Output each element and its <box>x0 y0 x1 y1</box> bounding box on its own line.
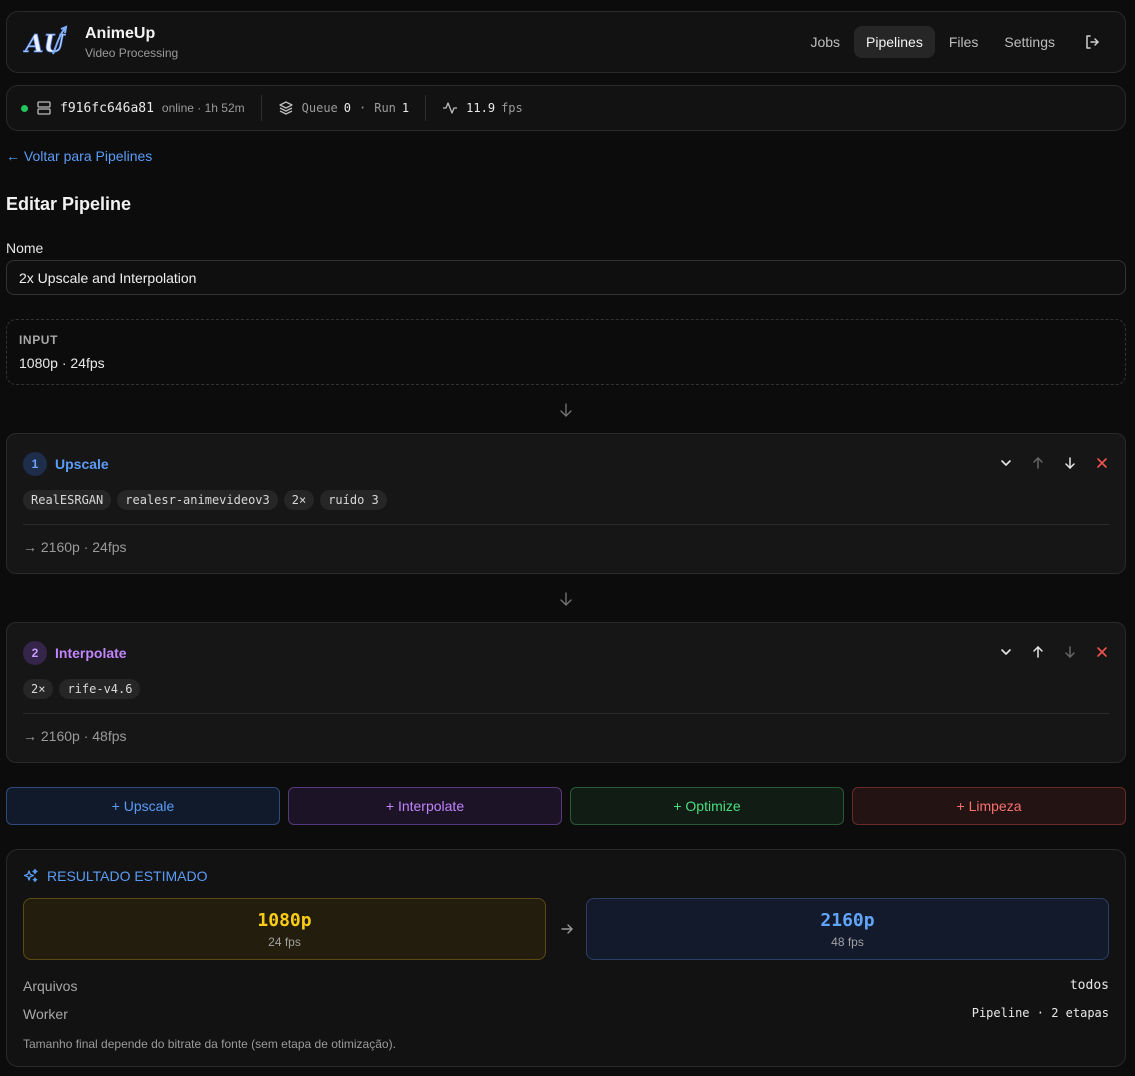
logout-button[interactable] <box>1075 26 1109 58</box>
move-down-button[interactable] <box>1061 643 1079 661</box>
add-upscale-button[interactable]: + Upscale <box>6 787 280 825</box>
pipeline-name-input[interactable] <box>6 260 1126 295</box>
source-format-box: 1080p 24 fps <box>23 898 546 960</box>
move-up-button[interactable] <box>1029 643 1047 661</box>
stage-card-interpolate: 2 Interpolate 2× rife-v4.6 → 2160p · 48f… <box>6 622 1126 763</box>
brand: AnimeUp Video Processing <box>85 25 178 60</box>
close-icon <box>1097 458 1107 468</box>
param-chip: 2× <box>23 679 54 699</box>
name-label: Nome <box>6 240 44 256</box>
stage-output: → 2160p · 48fps <box>23 728 127 744</box>
page-title: Editar Pipeline <box>6 194 132 214</box>
row-key: Arquivos <box>23 978 78 994</box>
fps-value: 11.9 <box>466 101 496 115</box>
app-header: AU AnimeUp Video Processing Jobs Pipelin… <box>6 11 1126 73</box>
expand-button[interactable] <box>997 454 1015 472</box>
param-chip: RealESRGAN <box>23 490 112 510</box>
arrow-right-icon <box>561 924 573 934</box>
result-row-worker: Worker Pipeline · 2 etapas <box>23 1006 1109 1022</box>
stage-name: Interpolate <box>55 645 127 661</box>
param-chip: 2× <box>283 490 315 510</box>
activity-icon <box>443 102 458 114</box>
estimated-result-card: RESULTADO ESTIMADO 1080p 24 fps 2160p 48… <box>6 849 1126 1067</box>
add-optimize-button[interactable]: + Optimize <box>570 787 844 825</box>
fps-unit: fps <box>501 101 523 115</box>
run-value: 1 <box>401 101 410 115</box>
stage-name: Upscale <box>55 456 109 472</box>
expand-button[interactable] <box>997 643 1015 661</box>
divider <box>425 95 427 121</box>
chevron-down-icon <box>1001 649 1011 655</box>
stage-actions <box>997 643 1111 661</box>
sparkles-icon <box>23 868 38 883</box>
stage-output: → 2160p · 24fps <box>23 539 127 555</box>
stage-params: RealESRGAN realesr-animevideov3 2× ruído… <box>23 490 387 510</box>
input-card: INPUT 1080p · 24fps <box>6 319 1126 385</box>
add-stage-buttons: + Upscale + Interpolate + Optimize + Lim… <box>6 787 1126 825</box>
target-resolution: 2160p <box>820 909 875 931</box>
nav-jobs[interactable]: Jobs <box>798 26 852 58</box>
layers-icon <box>278 101 293 115</box>
result-header: RESULTADO ESTIMADO <box>23 868 208 884</box>
target-fps: 48 fps <box>831 934 864 949</box>
param-chip: ruído 3 <box>320 490 387 510</box>
move-up-button[interactable] <box>1029 454 1047 472</box>
arrow-up-icon <box>1033 645 1043 658</box>
arrow-down-icon <box>560 403 572 417</box>
arrow-down-icon <box>1065 646 1075 659</box>
remove-button[interactable] <box>1093 454 1111 472</box>
main-nav: Jobs Pipelines Files Settings <box>798 26 1109 58</box>
stage-actions <box>997 454 1111 472</box>
stage-number: 1 <box>23 452 47 476</box>
logout-icon <box>1086 35 1099 49</box>
worker-id: f916fc646a81 <box>60 100 154 116</box>
param-chip: realesr-animevideov3 <box>117 490 278 510</box>
nav-files[interactable]: Files <box>937 26 991 58</box>
result-title: RESULTADO ESTIMADO <box>47 868 208 884</box>
worker-state: online · 1h 52m <box>161 101 245 115</box>
queue-value: 0 <box>343 101 351 115</box>
target-format-box: 2160p 48 fps <box>586 898 1109 960</box>
status-separator: · <box>359 101 367 115</box>
nav-settings[interactable]: Settings <box>992 26 1067 58</box>
close-icon <box>1097 647 1107 657</box>
back-link[interactable]: ← Voltar para Pipelines <box>6 148 152 164</box>
result-note: Tamanho final depende do bitrate da font… <box>23 1037 396 1051</box>
add-interpolate-button[interactable]: + Interpolate <box>288 787 562 825</box>
param-chip: rife-v4.6 <box>59 679 141 699</box>
row-value: todos <box>1069 978 1109 993</box>
row-key: Worker <box>23 1006 68 1022</box>
source-fps: 24 fps <box>268 934 301 949</box>
input-label: INPUT <box>19 333 58 347</box>
remove-button[interactable] <box>1093 643 1111 661</box>
stage-header: 1 Upscale <box>23 452 109 476</box>
app-title: AnimeUp <box>85 24 156 42</box>
divider <box>23 524 1109 525</box>
app-subtitle: Video Processing <box>85 45 179 60</box>
chevron-down-icon <box>1001 460 1011 466</box>
divider <box>23 713 1109 714</box>
nav-pipelines[interactable]: Pipelines <box>854 26 935 58</box>
server-icon <box>37 101 51 115</box>
source-resolution: 1080p <box>257 909 312 931</box>
move-down-button[interactable] <box>1061 454 1079 472</box>
worker-status-bar: f916fc646a81 online · 1h 52m Queue 0 · R… <box>6 85 1126 131</box>
stage-header: 2 Interpolate <box>23 641 127 665</box>
divider <box>260 95 262 121</box>
stage-params: 2× rife-v4.6 <box>23 679 141 699</box>
stage-number: 2 <box>23 641 47 665</box>
row-value: Pipeline · 2 etapas <box>971 1006 1109 1020</box>
input-value: 1080p · 24fps <box>19 355 105 371</box>
arrow-down-icon <box>560 592 572 606</box>
arrow-up-icon <box>1033 456 1043 469</box>
result-row-files: Arquivos todos <box>23 978 1109 994</box>
stage-card-upscale: 1 Upscale RealESRGAN realesr-animevideov… <box>6 433 1126 574</box>
online-indicator <box>21 104 28 112</box>
app-logo: AU <box>23 25 68 58</box>
svg-text:AU: AU <box>23 29 67 58</box>
arrow-down-icon <box>1065 457 1075 470</box>
add-cleanup-button[interactable]: + Limpeza <box>852 787 1126 825</box>
run-label: Run <box>374 101 396 115</box>
queue-label: Queue <box>301 101 338 115</box>
